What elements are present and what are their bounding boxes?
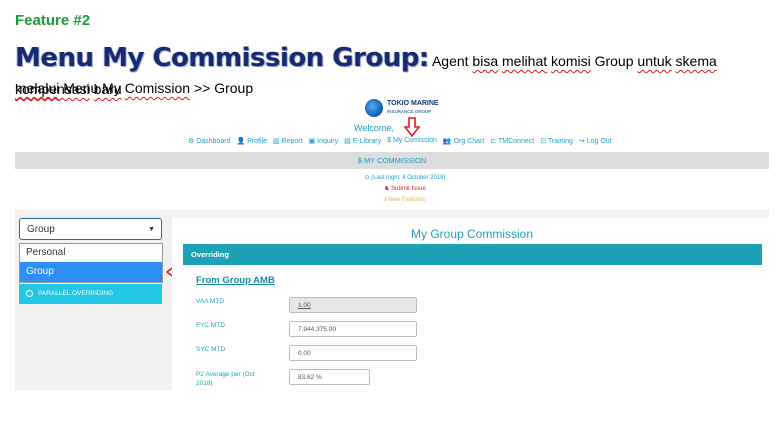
nav-tmconnect[interactable]: ⊏ TMConnect — [490, 137, 534, 149]
parallel-overriding-item[interactable]: PARALLEL OVERRIDING — [19, 284, 162, 304]
nav-e-library[interactable]: ▤ E-Library — [344, 137, 381, 149]
word-bisa: bisa — [472, 53, 499, 69]
word-melihat: melihat — [502, 53, 548, 69]
nav-profile[interactable]: 👤 Profile — [236, 137, 267, 149]
logo-line-1: TOKIO MARINE — [387, 100, 439, 107]
overriding-header: Overriding — [183, 244, 762, 265]
p2-average-field[interactable]: 83.62 % — [289, 369, 370, 385]
nav-report[interactable]: ▥ Report — [273, 137, 303, 149]
syc-mtd-label: SYC MTD — [196, 346, 226, 353]
vaa-mtd-label: VAA MTD — [196, 298, 225, 305]
submit-issue-link[interactable]: ♞ Submit Issue — [340, 185, 470, 192]
p2-average-label: P2 Average per (Oct 2018) — [196, 371, 255, 387]
word-komisi: komisi — [551, 53, 591, 69]
logo-line-2: INSURANCE GROUP — [387, 109, 432, 114]
last-login: ⊙ (Last login: 4 October 2018) — [364, 175, 446, 181]
syc-mtd-field[interactable]: 0.00 — [289, 345, 417, 361]
option-group[interactable]: Group — [20, 262, 162, 282]
commission-type-select[interactable]: Group ▼ — [19, 218, 162, 240]
vaa-mtd-field: 1.00 — [289, 297, 417, 313]
nav-org-chart[interactable]: 👥 Org Chart — [443, 137, 484, 149]
word-untuk: untuk — [637, 53, 672, 69]
caret-down-icon: ▼ — [148, 226, 155, 233]
select-value: Group — [27, 224, 55, 235]
tokio-marine-logo: TOKIO MARINE INSURANCE GROUP — [365, 99, 445, 119]
fyc-mtd-field[interactable]: 7,944,375.00 — [289, 321, 417, 337]
my-commission-bar: $ MY COMMISSION — [15, 152, 769, 169]
word-comission: Comission — [124, 80, 191, 96]
circle-icon — [26, 289, 33, 297]
red-arrow-down-icon — [404, 117, 420, 137]
parallel-overriding-label: PARALLEL OVERRIDING — [38, 290, 114, 297]
nav-training[interactable]: ⊡ Training — [540, 137, 573, 149]
nav-my-comission[interactable]: $ My Comission — [387, 137, 437, 149]
headline-title: Menu My Commission Group: — [15, 43, 429, 73]
word-skema: skema — [675, 53, 717, 69]
nav-log-out[interactable]: ↪ Log Out — [579, 137, 612, 149]
headline-line-2: melalui Menu My Comission >> Group — [15, 80, 253, 96]
welcome-text: Welcome, — [354, 123, 394, 133]
headline-desc-group: Group — [590, 53, 638, 69]
from-group-amb-link[interactable]: From Group AMB — [196, 275, 275, 286]
feature-label: Feature #2 — [15, 12, 91, 29]
line2-text-end: >> Group — [190, 80, 254, 96]
main-nav: ⚙ Dashboard 👤 Profile ▥ Report ▣ Inquiry… — [188, 137, 612, 149]
fyc-mtd-label: FYC MTD — [196, 322, 225, 329]
line2-text: Menu My — [59, 80, 125, 96]
nav-dashboard[interactable]: ⚙ Dashboard — [188, 137, 230, 149]
nav-inquiry[interactable]: ▣ Inquiry — [309, 137, 339, 149]
logo-mark-icon — [365, 99, 383, 117]
new-features-link[interactable]: ℹ New Features — [340, 196, 470, 203]
option-personal[interactable]: Personal — [20, 244, 162, 262]
headline-desc-1: Agent — [428, 53, 473, 69]
word-melalui: melalui — [15, 80, 60, 96]
page-title: My Group Commission — [410, 227, 534, 241]
